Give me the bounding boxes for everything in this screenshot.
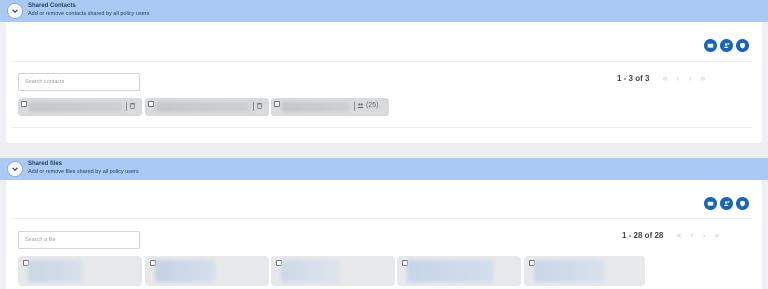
contact-card-button[interactable] [704, 197, 717, 210]
file-chip[interactable] [271, 256, 395, 286]
shield-button[interactable] [736, 39, 749, 52]
contacts-list-area: 1 - 3 of 3 « ‹ › » [12, 61, 752, 128]
contact-card-button[interactable] [704, 39, 717, 52]
contacts-panel: 1 - 3 of 3 « ‹ › » [6, 22, 762, 143]
group-name-blurred [282, 102, 349, 112]
remove-contact-button[interactable] [256, 102, 263, 109]
group-member-count: (25) [366, 102, 379, 109]
file-chip[interactable] [18, 256, 142, 286]
first-page-button[interactable]: « [676, 231, 681, 240]
files-collapse-button[interactable] [7, 161, 23, 177]
next-page-button[interactable]: › [702, 231, 705, 240]
file-thumbnail-blurred [28, 260, 82, 282]
add-user-icon [723, 42, 730, 48]
divider [354, 102, 355, 111]
contacts-action-bar [704, 39, 749, 52]
last-page-button[interactable]: » [700, 74, 705, 83]
divider [126, 102, 127, 111]
contact-chip[interactable] [18, 98, 142, 116]
files-pagination-count: 1 - 28 of 28 [622, 231, 664, 240]
contact-card-icon [707, 43, 714, 48]
trash-icon [130, 102, 135, 109]
divider [253, 102, 254, 111]
contact-group-chip[interactable]: (25) [271, 98, 389, 116]
contacts-section-header[interactable]: Shared Contacts Add or remove contacts s… [0, 0, 768, 22]
files-section-title: Shared files [28, 161, 63, 167]
file-chip[interactable] [397, 256, 521, 286]
file-chip[interactable] [524, 256, 645, 286]
group-icon [357, 103, 364, 108]
prev-page-button[interactable]: ‹ [676, 74, 679, 83]
contact-chip[interactable] [145, 98, 269, 116]
contacts-collapse-button[interactable] [7, 3, 23, 19]
contact-card-icon [707, 201, 714, 206]
files-panel: 1 - 28 of 28 « ‹ › » [6, 180, 762, 289]
contact-checkbox[interactable] [274, 101, 280, 107]
search-files-input[interactable] [18, 231, 140, 249]
contact-checkbox[interactable] [21, 101, 27, 107]
shield-icon [740, 42, 745, 49]
trash-icon [257, 102, 262, 109]
files-section-header[interactable]: Shared files Add or remove files shared … [0, 158, 768, 180]
files-list-area: 1 - 28 of 28 « ‹ › » [12, 218, 752, 289]
files-pagination: 1 - 28 of 28 « ‹ › » [622, 231, 719, 241]
next-page-button[interactable]: › [688, 74, 691, 83]
contact-name-blurred [156, 102, 250, 112]
contacts-section-subtitle: Add or remove contacts shared by all pol… [28, 11, 150, 17]
contacts-pagination-count: 1 - 3 of 3 [617, 74, 650, 83]
file-thumbnail-blurred [534, 260, 604, 282]
contacts-pagination: 1 - 3 of 3 « ‹ › » [617, 74, 705, 84]
group-members-indicator: (25) [357, 102, 378, 109]
files-section-subtitle: Add or remove files shared by all policy… [28, 169, 139, 175]
file-thumbnail-blurred [407, 260, 493, 282]
file-thumbnail-blurred [281, 260, 339, 282]
prev-page-button[interactable]: ‹ [690, 231, 693, 240]
contact-checkbox[interactable] [148, 101, 154, 107]
file-thumbnail-blurred [155, 260, 215, 282]
first-page-button[interactable]: « [662, 74, 667, 83]
search-contacts-input[interactable] [18, 73, 140, 91]
contacts-section-title: Shared Contacts [28, 3, 76, 9]
contact-name-blurred [29, 102, 123, 112]
add-user-button[interactable] [720, 39, 733, 52]
remove-contact-button[interactable] [129, 102, 136, 109]
file-chip[interactable] [145, 256, 269, 286]
last-page-button[interactable]: » [714, 231, 719, 240]
chevron-down-icon [12, 167, 18, 172]
chevron-down-icon [12, 9, 18, 14]
add-user-icon [723, 200, 730, 206]
shield-button[interactable] [736, 197, 749, 210]
add-user-button[interactable] [720, 197, 733, 210]
files-action-bar [704, 197, 749, 210]
shield-icon [740, 200, 745, 207]
